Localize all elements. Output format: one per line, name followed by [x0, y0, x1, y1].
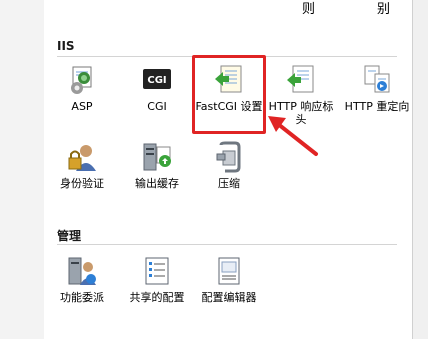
feature-label: 身份验证 [60, 177, 104, 190]
feature-configuration-editor[interactable]: 配置编辑器 [194, 255, 264, 304]
shared-configuration-icon [145, 257, 169, 285]
section-title-iis: IIS [57, 39, 75, 53]
feature-label: HTTP 重定向 [344, 100, 410, 113]
feature-asp[interactable]: ASP [47, 64, 117, 113]
top-partial-label-1: 则 [302, 2, 316, 17]
feature-label: 共享的配置 [129, 291, 185, 304]
feature-label: 配置编辑器 [201, 291, 257, 304]
feature-label: ASP [71, 100, 93, 113]
feature-label: 压缩 [218, 177, 240, 190]
feature-shared-configuration[interactable]: 共享的配置 [122, 255, 192, 304]
feature-compression[interactable]: 压缩 [194, 141, 264, 190]
top-partial-label-2: 别 [377, 2, 391, 17]
feature-authentication[interactable]: 身份验证 [47, 141, 117, 190]
configuration-editor-icon [218, 257, 240, 285]
http-redirect-icon [364, 65, 390, 93]
annotation-arrow-icon [268, 116, 318, 156]
right-scroll-edge [412, 0, 428, 339]
iis-features-view: 则 别 IIS ASP CGI CGI FastCGI 设置 HTTP 响应标头… [0, 0, 428, 339]
left-pane-edge [0, 0, 45, 339]
features-panel: 则 别 IIS ASP CGI CGI FastCGI 设置 HTTP 响应标头… [44, 0, 428, 339]
feature-label: 输出缓存 [135, 177, 179, 190]
cgi-icon: CGI [143, 69, 171, 89]
feature-label: CGI [147, 100, 167, 113]
feature-delegation[interactable]: 功能委派 [47, 255, 117, 304]
section-divider-management [57, 244, 397, 245]
feature-cgi[interactable]: CGI CGI [122, 64, 192, 113]
asp-icon [71, 66, 92, 94]
compression-clamp-icon [216, 141, 241, 173]
feature-label: 功能委派 [60, 291, 104, 304]
fastcgi-highlight-box [192, 55, 266, 134]
feature-http-redirect[interactable]: HTTP 重定向 [342, 64, 412, 113]
cgi-icon-text: CGI [147, 75, 166, 86]
section-title-management: 管理 [57, 229, 82, 243]
feature-delegation-icon [68, 257, 96, 285]
authentication-user-lock-icon [68, 145, 96, 171]
output-caching-icon [143, 143, 171, 171]
http-headers-icon [287, 65, 314, 93]
feature-output-caching[interactable]: 输出缓存 [122, 141, 192, 190]
